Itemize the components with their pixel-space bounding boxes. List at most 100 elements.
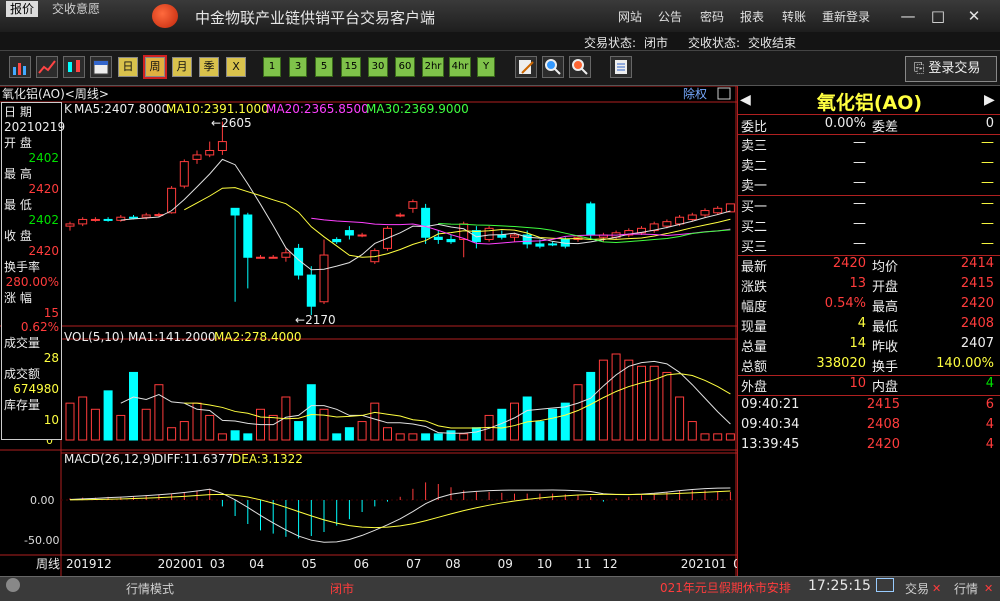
edit-icon[interactable] bbox=[515, 56, 537, 78]
stat-value: 2407 bbox=[960, 336, 994, 351]
adjust-button[interactable]: 除权 bbox=[683, 86, 707, 101]
change-num: 15 bbox=[43, 306, 59, 320]
volume-bar bbox=[370, 402, 380, 441]
tick-volume: 4 bbox=[985, 437, 994, 452]
buy-volume: — bbox=[981, 216, 994, 231]
notes-icon[interactable] bbox=[610, 56, 632, 78]
tick-price: 2408 bbox=[866, 417, 900, 432]
buy-label: 买三 bbox=[741, 240, 768, 255]
stat-label: 最低 bbox=[872, 320, 899, 335]
stat-value: 13 bbox=[849, 276, 866, 291]
candle-body bbox=[281, 252, 291, 258]
min-3-button[interactable]: 3 bbox=[289, 57, 307, 77]
candle-body bbox=[78, 218, 88, 225]
ma5-label: MA5:2407.8000 bbox=[74, 102, 169, 116]
trade-status-label: 交易状态: bbox=[584, 36, 637, 50]
stat-value: 2414 bbox=[960, 256, 994, 271]
min-60-button[interactable]: 60 bbox=[395, 57, 415, 77]
volume-bar bbox=[662, 371, 672, 441]
buy-price: — bbox=[853, 196, 866, 211]
candle-body bbox=[535, 243, 545, 247]
candle-body bbox=[548, 243, 558, 246]
tab-delivery-intent[interactable]: 交收意愿 bbox=[48, 1, 104, 17]
kline-chart[interactable]: 氧化铝(AO)<周线> 除权 K MA5:2407.8000 MA10:2391… bbox=[0, 86, 737, 576]
menu-website[interactable]: 网站 bbox=[618, 8, 642, 25]
tick-time: 13:39:45 bbox=[741, 437, 800, 452]
menu-report[interactable]: 报表 bbox=[740, 8, 764, 25]
sell-label: 卖一 bbox=[741, 179, 768, 194]
weibi-label: 委比 bbox=[741, 120, 768, 135]
candle-body bbox=[256, 256, 265, 259]
ma10-label: MA10:2391.1000 bbox=[166, 102, 269, 116]
high-marker: ←2605 bbox=[211, 116, 252, 130]
maximize-icon[interactable]: □ bbox=[928, 6, 948, 26]
quote-link[interactable]: 行情 bbox=[954, 580, 978, 597]
candle-icon[interactable] bbox=[63, 56, 85, 78]
candle-body bbox=[395, 214, 405, 217]
next-product-icon[interactable]: ▶ bbox=[984, 92, 995, 108]
volume-bar bbox=[116, 414, 126, 441]
line-chart-icon[interactable] bbox=[36, 56, 58, 78]
volume-bar bbox=[611, 353, 621, 441]
menu-notice[interactable]: 公告 bbox=[658, 8, 682, 25]
candle-body bbox=[179, 161, 189, 187]
candle-body bbox=[192, 154, 202, 160]
macd-axis-0: 0.00 bbox=[30, 494, 55, 507]
bar-chart-icon[interactable] bbox=[9, 56, 31, 78]
app-logo-icon bbox=[152, 4, 178, 28]
min-30-button[interactable]: 30 bbox=[368, 57, 388, 77]
candle-body bbox=[268, 256, 278, 259]
minimize-icon[interactable]: — bbox=[898, 6, 918, 26]
period-quarter-button[interactable]: 季 bbox=[199, 57, 219, 77]
menu-relogin[interactable]: 重新登录 bbox=[822, 8, 870, 25]
tab-quote[interactable]: 报价 bbox=[6, 1, 39, 17]
calendar-icon[interactable] bbox=[90, 56, 112, 78]
macd-label: MACD(26,12,9) bbox=[64, 452, 155, 466]
volume-bar bbox=[649, 365, 659, 441]
x-tick-label: 11 bbox=[576, 557, 591, 571]
vol-ma1-label: MA1:141.2000 bbox=[128, 330, 216, 344]
high-label: 最 高 bbox=[4, 167, 32, 181]
min-5-button[interactable]: 5 bbox=[315, 57, 333, 77]
login-trade-button[interactable]: ⎘ 登录交易 bbox=[905, 56, 997, 82]
sell-price: — bbox=[853, 135, 866, 150]
mail-icon[interactable] bbox=[876, 578, 894, 592]
trade-link[interactable]: 交易 bbox=[905, 580, 929, 597]
stat-label: 涨跌 bbox=[741, 280, 768, 295]
zoom-in-icon[interactable] bbox=[542, 56, 564, 78]
hr-4-button[interactable]: 4hr bbox=[449, 57, 471, 77]
min-1-button[interactable]: 1 bbox=[263, 57, 281, 77]
change-pct: 0.62% bbox=[20, 320, 59, 334]
candle-body bbox=[167, 187, 177, 214]
tick-volume: 4 bbox=[985, 417, 994, 432]
menu-transfer[interactable]: 转账 bbox=[782, 8, 806, 25]
volume-bar bbox=[459, 433, 469, 441]
period-day-button[interactable]: 日 bbox=[118, 57, 138, 77]
change-label: 涨 幅 bbox=[4, 291, 32, 305]
sell-volume: — bbox=[981, 135, 994, 150]
x-tick-label: 08 bbox=[445, 557, 460, 571]
tick-time: 09:40:34 bbox=[741, 417, 800, 432]
volume-bar bbox=[306, 384, 316, 441]
hr-2-button[interactable]: 2hr bbox=[422, 57, 444, 77]
close-icon[interactable]: ✕ bbox=[964, 6, 984, 26]
stat-label: 幅度 bbox=[741, 300, 768, 315]
volume-bar bbox=[713, 433, 723, 441]
period-x-button[interactable]: X bbox=[226, 57, 246, 77]
min-15-button[interactable]: 15 bbox=[341, 57, 361, 77]
k-label: K bbox=[64, 102, 73, 116]
ma30-label: MA30:2369.9000 bbox=[366, 102, 469, 116]
sell-label: 卖三 bbox=[741, 139, 768, 154]
zoom-out-icon[interactable] bbox=[569, 56, 591, 78]
weicha-value: 0 bbox=[985, 116, 994, 131]
period-month-button[interactable]: 月 bbox=[172, 57, 192, 77]
menu-password[interactable]: 密码 bbox=[700, 8, 724, 25]
period-week-button[interactable]: 周 bbox=[143, 55, 167, 79]
clock: 17:25:15 bbox=[808, 578, 871, 594]
x-tick-label: 09 bbox=[498, 557, 513, 571]
year-button[interactable]: Y bbox=[477, 57, 495, 77]
volume-bar bbox=[421, 433, 431, 441]
volume-bar bbox=[573, 384, 583, 441]
close-value: 2420 bbox=[28, 244, 59, 258]
volume-bar bbox=[230, 430, 240, 441]
